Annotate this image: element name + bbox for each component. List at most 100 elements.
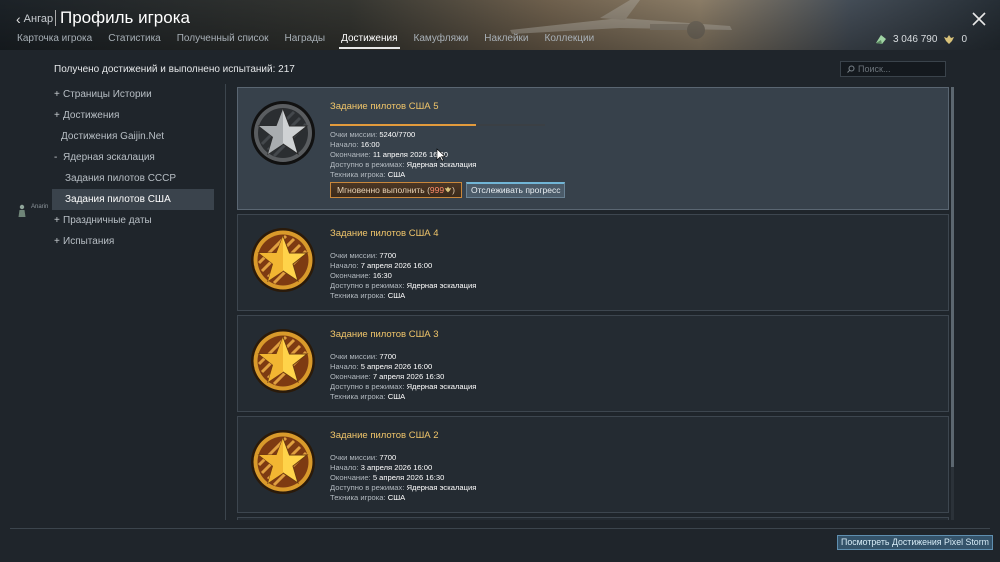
detail-value: США — [387, 170, 406, 179]
detail-value: Ядерная эскалация — [406, 382, 477, 391]
detail-value: Ядерная эскалация — [406, 483, 477, 492]
tab-achievements[interactable]: Достижения — [339, 33, 400, 49]
back-label: Ангар — [23, 13, 54, 25]
sidebar-item-achievements[interactable]: + Достижения — [52, 105, 214, 126]
detail-key: Очки миссии: — [330, 352, 378, 361]
top-bar: ‹ Ангар Профиль игрока Карточка игрока С… — [0, 0, 1000, 50]
detail-row: Доступно в режимах: Ядерная эскалация — [330, 483, 476, 493]
view-pixel-storm-achievements-button[interactable]: Посмотреть Достижения Pixel Storm — [837, 535, 993, 550]
sidebar-item-label: Ядерная эскалация — [63, 152, 155, 163]
detail-value: 7700 — [379, 453, 397, 462]
instant-complete-label: Мгновенно выполнить — [337, 185, 425, 195]
achievements-summary: Получено достижений и выполнено испытани… — [54, 64, 295, 75]
detail-row: Очки миссии: 7700 — [330, 453, 476, 463]
achievement-details: Очки миссии: 7700 Начало: 5 апреля 2026 … — [330, 352, 476, 402]
detail-row: Техника игрока: США — [330, 291, 476, 301]
detail-key: Начало: — [330, 362, 359, 371]
detail-key: Очки миссии: — [330, 130, 378, 139]
golden-eagles-icon — [944, 35, 955, 44]
instant-complete-cost: 999 — [429, 185, 445, 195]
detail-key: Техника игрока: — [330, 291, 386, 300]
detail-key: Окончание: — [330, 150, 371, 159]
scrollbar-thumb[interactable] — [951, 87, 954, 467]
detail-key: Начало: — [330, 463, 359, 472]
achievement-card[interactable]: Задание пилотов США 3 Очки миссии: 7700 … — [237, 315, 949, 412]
instant-complete-button[interactable]: Мгновенно выполнить (999) — [330, 182, 462, 198]
detail-key: Окончание: — [330, 271, 371, 280]
sidebar-item-holidays[interactable]: + Праздничные даты — [52, 210, 214, 231]
sidebar-item-nuclear-escalation[interactable]: - Ядерная эскалация — [52, 147, 214, 168]
achievement-list: Задание пилотов США 5 Очки миссии: 5240/… — [237, 87, 949, 520]
achievement-card[interactable]: Задание пилотов США 2 Очки миссии: 7700 … — [237, 416, 949, 513]
achievement-card[interactable] — [237, 517, 949, 520]
detail-row: Окончание: 11 апреля 2026 16:30 — [330, 150, 476, 160]
sidebar-item-gaijin-achievements[interactable]: Достижения Gaijin.Net — [52, 126, 214, 147]
sidebar-item-history-pages[interactable]: + Страницы Истории — [52, 84, 214, 105]
achievement-card[interactable]: Задание пилотов США 4 Очки миссии: 7700 … — [237, 214, 949, 311]
expand-icon: + — [54, 236, 60, 247]
achievement-details: Очки миссии: 7700 Начало: 3 апреля 2026 … — [330, 453, 476, 503]
sidebar-item-label: Задания пилотов СССР — [65, 173, 177, 184]
footer-divider — [10, 528, 990, 529]
squad-member-avatar[interactable]: Anarin — [17, 204, 48, 218]
tab-collections[interactable]: Коллекции — [545, 33, 595, 44]
silver-lions-icon — [875, 35, 886, 44]
detail-value: 5 апреля 2026 16:00 — [360, 362, 433, 371]
tab-unlocked-list[interactable]: Полученный список — [177, 33, 269, 44]
detail-row: Окончание: 16:30 — [330, 271, 476, 281]
detail-value: США — [387, 392, 406, 401]
detail-key: Окончание: — [330, 372, 371, 381]
detail-key: Доступно в режимах: — [330, 281, 405, 290]
page-title: Профиль игрока — [60, 8, 190, 27]
tab-camouflages[interactable]: Камуфляжи — [414, 33, 469, 44]
expand-icon: + — [54, 215, 60, 226]
tab-awards[interactable]: Награды — [285, 33, 326, 44]
gold-star-medal-icon — [251, 228, 315, 292]
detail-value: 7700 — [379, 251, 397, 260]
tab-decals[interactable]: Наклейки — [484, 33, 528, 44]
detail-key: Доступно в режимах: — [330, 382, 405, 391]
soldier-icon — [18, 204, 26, 217]
detail-value: 7 апреля 2026 16:30 — [372, 372, 445, 381]
detail-value: 5 апреля 2026 16:30 — [372, 473, 445, 482]
expand-icon: + — [54, 110, 60, 121]
avatar-name: Anarin — [31, 204, 49, 210]
currency-display: 3 046 790 0 — [875, 34, 967, 45]
detail-value: 7700 — [379, 352, 397, 361]
detail-value: 5240/7700 — [379, 130, 416, 139]
detail-value: 16:00 — [360, 140, 380, 149]
sidebar-item-usa-pilot-tasks[interactable]: Задания пилотов США — [52, 189, 214, 210]
track-progress-button[interactable]: Отслеживать прогресс — [466, 182, 566, 198]
sidebar-item-trials[interactable]: + Испытания — [52, 231, 214, 252]
detail-key: Окончание: — [330, 473, 371, 482]
close-icon[interactable] — [971, 11, 987, 27]
sidebar-item-label: Достижения — [63, 110, 120, 121]
back-button[interactable]: ‹ Ангар — [16, 11, 53, 27]
mission-progress-bar — [330, 124, 545, 126]
sidebar-item-ussr-pilot-tasks[interactable]: Задания пилотов СССР — [52, 168, 214, 189]
achievement-card[interactable]: Задание пилотов США 5 Очки миссии: 5240/… — [237, 87, 949, 210]
silver-star-medal-icon — [251, 101, 315, 165]
achievement-title: Задание пилотов США 2 — [330, 430, 439, 441]
gold-star-medal-icon — [251, 430, 315, 494]
detail-row: Начало: 5 апреля 2026 16:00 — [330, 362, 476, 372]
tab-player-card[interactable]: Карточка игрока — [17, 33, 92, 44]
detail-key: Начало: — [330, 261, 359, 270]
list-scrollbar[interactable] — [951, 87, 954, 520]
detail-value: 3 апреля 2026 16:00 — [360, 463, 433, 472]
achievement-details: Очки миссии: 5240/7700 Начало: 16:00 Око… — [330, 130, 476, 180]
tab-statistics[interactable]: Статистика — [108, 33, 161, 44]
gold-amount: 0 — [961, 34, 967, 45]
detail-row: Начало: 16:00 — [330, 140, 476, 150]
detail-key: Доступно в режимах: — [330, 483, 405, 492]
gold-star-medal-icon — [251, 329, 315, 393]
detail-row: Доступно в режимах: Ядерная эскалация — [330, 281, 476, 291]
search-input[interactable]: Поиск... — [840, 61, 946, 77]
achievements-sidebar: + Страницы Истории + Достижения Достижения… — [52, 84, 214, 252]
detail-key: Техника игрока: — [330, 493, 386, 502]
sidebar-item-label: Достижения Gaijin.Net — [61, 131, 165, 142]
achievement-title: Задание пилотов США 5 — [330, 101, 439, 112]
detail-row: Начало: 7 апреля 2026 16:00 — [330, 261, 476, 271]
search-placeholder: Поиск... — [858, 64, 891, 74]
title-separator — [55, 10, 56, 26]
